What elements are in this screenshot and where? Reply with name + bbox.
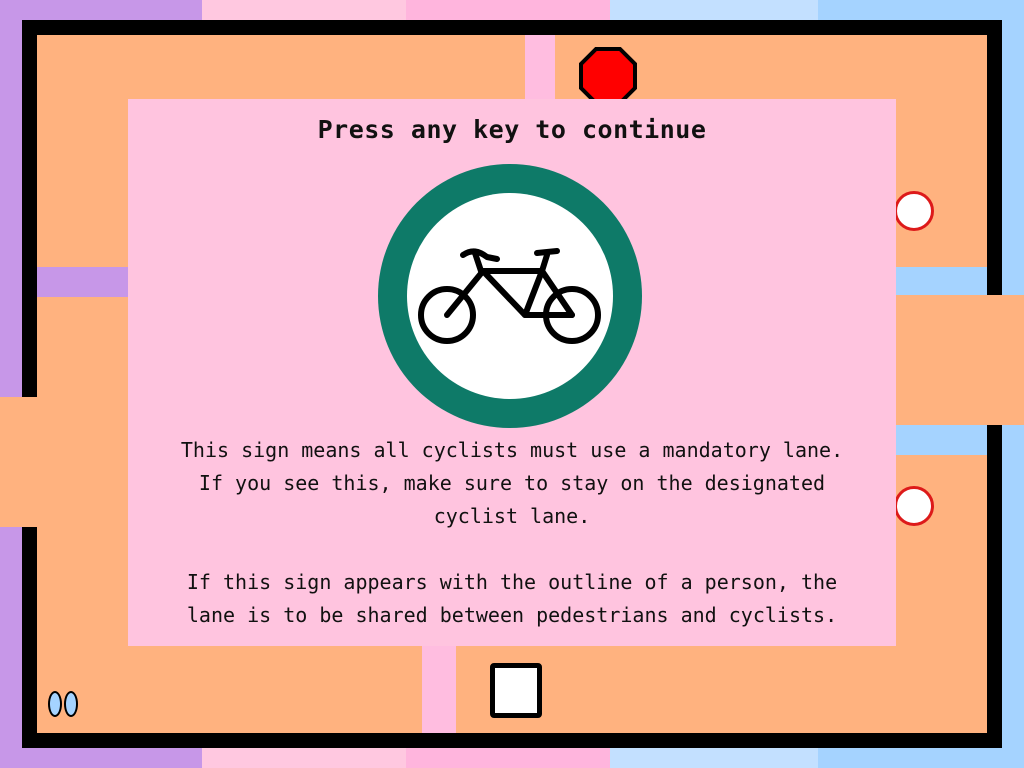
floor-exit-left [0, 397, 40, 527]
lives-counter [48, 691, 78, 717]
mandatory-cycle-lane-sign [378, 164, 642, 428]
stop-sign-icon [579, 47, 637, 105]
sign-info-dialog[interactable]: Press any key to continue This sign mean… [128, 99, 896, 646]
sign-description: This sign means all cyclists must use a … [180, 438, 844, 528]
life-icon [64, 691, 78, 717]
floor-exit-right [893, 295, 1024, 425]
blue-divider-right [893, 267, 987, 297]
sign-description-shared: If this sign appears with the outline of… [186, 570, 838, 627]
player-square [490, 663, 542, 718]
pink-lane-top [525, 35, 555, 105]
pink-lane-bottom [422, 640, 456, 733]
blue-divider-right-lower [893, 425, 987, 455]
continue-prompt: Press any key to continue [317, 115, 707, 144]
white-circle-token [894, 191, 934, 231]
life-icon [48, 691, 62, 717]
purple-divider-left [37, 267, 132, 297]
white-circle-token [894, 486, 934, 526]
